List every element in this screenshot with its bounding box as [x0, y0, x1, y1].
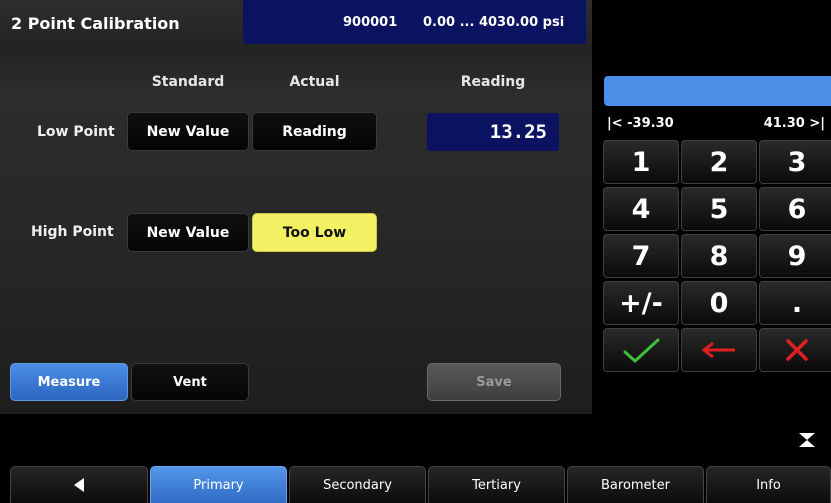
x-icon — [786, 339, 808, 361]
keypad-input-field[interactable] — [604, 76, 831, 106]
key-1[interactable]: 1 — [603, 140, 679, 184]
range-min-label: |< -39.30 — [607, 116, 674, 131]
accept-button[interactable] — [603, 328, 679, 372]
key-2[interactable]: 2 — [681, 140, 757, 184]
back-triangle-icon — [74, 478, 84, 492]
save-button[interactable]: Save — [427, 363, 561, 401]
key-9[interactable]: 9 — [759, 234, 831, 278]
calibration-panel: 2 Point Calibration 900001 0.00 ... 4030… — [0, 0, 592, 414]
low-point-label: Low Point — [37, 124, 115, 140]
sensor-range: 0.00 ... 4030.00 psi — [423, 15, 565, 30]
key-3[interactable]: 3 — [759, 140, 831, 184]
backspace-button[interactable] — [681, 328, 757, 372]
column-header-standard: Standard — [151, 74, 225, 90]
high-point-label: High Point — [31, 224, 114, 240]
collapse-keypad-icon[interactable] — [798, 432, 816, 448]
key-5[interactable]: 5 — [681, 187, 757, 231]
sensor-id: 900001 — [343, 15, 398, 30]
measure-button[interactable]: Measure — [10, 363, 128, 401]
tab-tertiary[interactable]: Tertiary — [428, 466, 565, 503]
key-decimal[interactable]: . — [759, 281, 831, 325]
vent-button[interactable]: Vent — [131, 363, 249, 401]
tab-primary[interactable]: Primary — [150, 466, 287, 503]
back-button[interactable] — [10, 466, 148, 503]
cancel-button[interactable] — [759, 328, 831, 372]
key-6[interactable]: 6 — [759, 187, 831, 231]
sensor-info-display: 900001 0.00 ... 4030.00 psi — [243, 0, 586, 44]
high-point-standard-button[interactable]: New Value — [127, 213, 249, 252]
title-bar: 2 Point Calibration 900001 0.00 ... 4030… — [0, 0, 592, 45]
column-header-reading: Reading — [460, 74, 526, 90]
low-point-standard-button[interactable]: New Value — [127, 112, 249, 151]
key-plus-minus[interactable]: +/- — [603, 281, 679, 325]
checkmark-icon — [623, 338, 660, 363]
column-header-actual: Actual — [289, 74, 340, 90]
key-4[interactable]: 4 — [603, 187, 679, 231]
left-arrow-icon — [701, 341, 735, 359]
reading-value: 13.25 — [489, 121, 547, 143]
range-max-label: 41.30 >| — [763, 116, 825, 131]
reading-display: 13.25 — [427, 113, 559, 151]
tab-secondary[interactable]: Secondary — [289, 466, 426, 503]
key-0[interactable]: 0 — [681, 281, 757, 325]
tab-info[interactable]: Info — [706, 466, 831, 503]
high-point-actual-button[interactable]: Too Low — [252, 213, 377, 252]
key-8[interactable]: 8 — [681, 234, 757, 278]
tab-barometer[interactable]: Barometer — [567, 466, 704, 503]
key-7[interactable]: 7 — [603, 234, 679, 278]
low-point-actual-button[interactable]: Reading — [252, 112, 377, 151]
page-title: 2 Point Calibration — [11, 14, 180, 33]
